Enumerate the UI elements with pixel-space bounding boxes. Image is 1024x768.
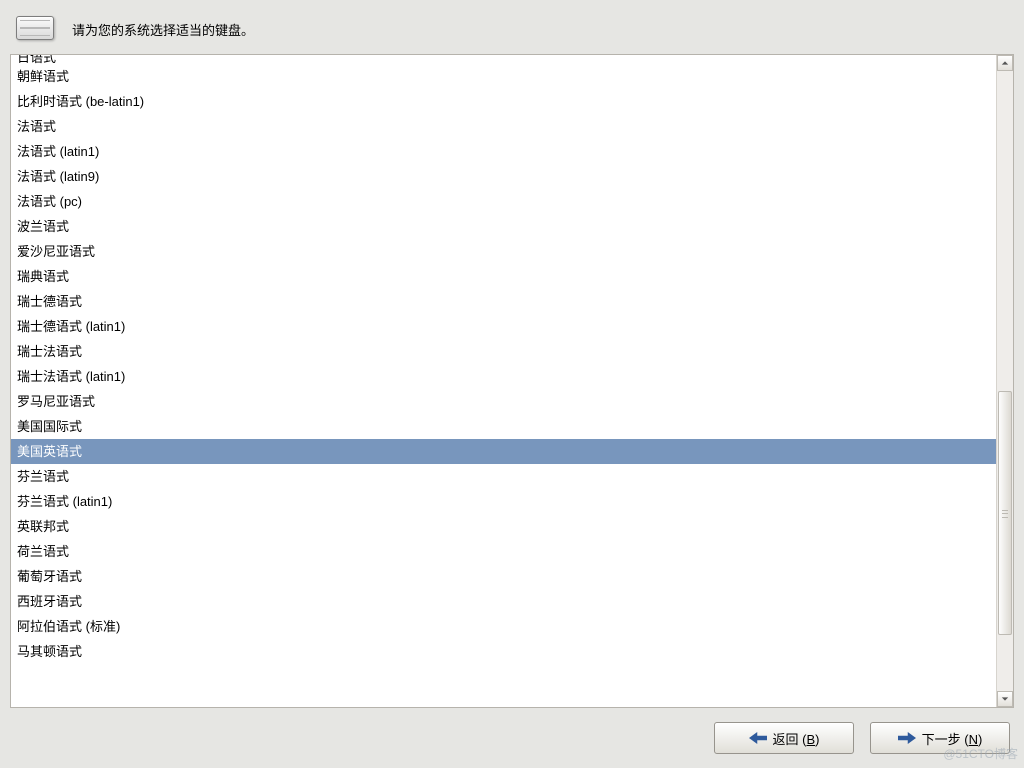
chevron-up-icon [1001, 59, 1009, 67]
list-item[interactable]: 葡萄牙语式 [11, 564, 996, 589]
keyboard-list-box: 日语式朝鲜语式比利时语式 (be-latin1)法语式法语式 (latin1)法… [10, 54, 1014, 708]
next-button-label: 下一步 (N) [922, 729, 983, 748]
header: 请为您的系统选择适当的键盘。 [0, 0, 1024, 54]
list-item[interactable]: 西班牙语式 [11, 589, 996, 614]
list-item[interactable]: 瑞士法语式 [11, 339, 996, 364]
footer: 返回 (B) 下一步 (N) [0, 708, 1024, 768]
scrollbar [996, 55, 1013, 707]
list-item[interactable]: 芬兰语式 [11, 464, 996, 489]
scrollbar-thumb[interactable] [998, 391, 1012, 635]
list-item[interactable]: 瑞士法语式 (latin1) [11, 364, 996, 389]
header-prompt: 请为您的系统选择适当的键盘。 [72, 8, 254, 39]
list-item[interactable]: 日语式 [11, 55, 996, 64]
list-item[interactable]: 瑞士德语式 [11, 289, 996, 314]
arrow-left-icon [749, 731, 767, 745]
list-item[interactable]: 瑞士德语式 (latin1) [11, 314, 996, 339]
list-item[interactable]: 波兰语式 [11, 214, 996, 239]
back-button-label: 返回 (B) [773, 729, 820, 748]
list-item[interactable]: 比利时语式 (be-latin1) [11, 89, 996, 114]
scroll-up-button[interactable] [997, 55, 1013, 71]
list-item[interactable]: 芬兰语式 (latin1) [11, 489, 996, 514]
keyboard-icon [16, 12, 54, 40]
next-button[interactable]: 下一步 (N) [870, 722, 1010, 754]
list-item[interactable]: 英联邦式 [11, 514, 996, 539]
list-item[interactable]: 法语式 [11, 114, 996, 139]
arrow-right-icon [898, 731, 916, 745]
list-item[interactable]: 法语式 (pc) [11, 189, 996, 214]
list-item[interactable]: 美国国际式 [11, 414, 996, 439]
list-item[interactable]: 马其顿语式 [11, 639, 996, 664]
list-item[interactable]: 美国英语式 [11, 439, 996, 464]
list-item[interactable]: 阿拉伯语式 (标准) [11, 614, 996, 639]
list-item[interactable]: 瑞典语式 [11, 264, 996, 289]
back-button[interactable]: 返回 (B) [714, 722, 854, 754]
list-item[interactable]: 爱沙尼亚语式 [11, 239, 996, 264]
scroll-down-button[interactable] [997, 691, 1013, 707]
installer-screen: 请为您的系统选择适当的键盘。 日语式朝鲜语式比利时语式 (be-latin1)法… [0, 0, 1024, 768]
chevron-down-icon [1001, 695, 1009, 703]
list-item[interactable]: 荷兰语式 [11, 539, 996, 564]
list-item[interactable]: 朝鲜语式 [11, 64, 996, 89]
keyboard-list[interactable]: 日语式朝鲜语式比利时语式 (be-latin1)法语式法语式 (latin1)法… [11, 55, 996, 707]
list-item[interactable]: 法语式 (latin1) [11, 139, 996, 164]
list-item[interactable]: 法语式 (latin9) [11, 164, 996, 189]
list-item[interactable]: 罗马尼亚语式 [11, 389, 996, 414]
